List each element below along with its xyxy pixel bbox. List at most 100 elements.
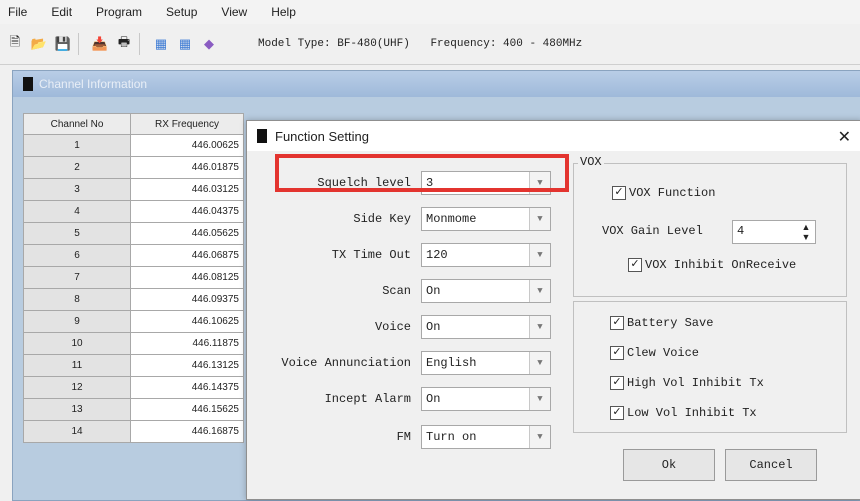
column-header-channel-no[interactable]: Channel No (23, 113, 131, 135)
chevron-down-icon[interactable]: ▼ (529, 426, 550, 448)
vox-group-label: VOX (578, 155, 604, 169)
vox-inhibit-onreceive-checkbox[interactable]: ✓ VOX Inhibit OnReceive (628, 258, 796, 272)
new-file-icon[interactable]: 🗎 (6, 34, 24, 53)
column-header-rx-frequency[interactable]: RX Frequency (130, 113, 244, 135)
menu-program[interactable]: Program (96, 5, 142, 19)
channel-number-cell[interactable]: 2 (23, 156, 131, 179)
dialog-title: Function Setting (275, 128, 369, 144)
table-row[interactable]: 9 446.10625 (23, 310, 244, 333)
read-radio-icon[interactable]: 📥 (91, 35, 109, 53)
high-vol-inhibit-tx-checkbox[interactable]: ✓ High Vol Inhibit Tx (610, 376, 764, 390)
side-key-select[interactable]: Monmome ▼ (421, 207, 551, 231)
menu-view[interactable]: View (221, 5, 247, 19)
battery-save-checkbox[interactable]: ✓ Battery Save (610, 316, 713, 330)
ok-button[interactable]: Ok (623, 449, 715, 481)
table-row[interactable]: 2 446.01875 (23, 156, 244, 179)
voice-annunciation-select[interactable]: English ▼ (421, 351, 551, 375)
scan-select[interactable]: On ▼ (421, 279, 551, 303)
rx-frequency-cell[interactable]: 446.16875 (130, 420, 244, 443)
open-folder-icon[interactable]: 📂 (30, 35, 48, 53)
clew-voice-label: Clew Voice (627, 346, 700, 360)
rx-frequency-cell[interactable]: 446.15625 (130, 398, 244, 421)
rx-frequency-cell[interactable]: 446.09375 (130, 288, 244, 311)
channel-number-cell[interactable]: 9 (23, 310, 131, 333)
rx-frequency-cell[interactable]: 446.00625 (130, 134, 244, 157)
table-row[interactable]: 11 446.13125 (23, 354, 244, 377)
menu-file[interactable]: File (8, 5, 27, 19)
tx-time-out-value: 120 (426, 248, 448, 262)
channel-number-cell[interactable]: 1 (23, 134, 131, 157)
chevron-down-icon[interactable]: ▼ (529, 316, 550, 338)
voice-select[interactable]: On ▼ (421, 315, 551, 339)
chevron-down-icon[interactable]: ▼ (529, 244, 550, 266)
channel-number-cell[interactable]: 6 (23, 244, 131, 267)
menu-edit[interactable]: Edit (51, 5, 72, 19)
close-icon[interactable]: ✕ (838, 127, 851, 147)
table-row[interactable]: 14 446.16875 (23, 420, 244, 443)
vox-function-checkbox[interactable]: ✓ VOX Function (612, 186, 715, 200)
chevron-down-icon[interactable]: ▼ (529, 388, 550, 410)
channel-number-cell[interactable]: 11 (23, 354, 131, 377)
help-book-icon[interactable]: ◆ (200, 35, 218, 53)
menu-bar: File Edit Program Setup View Help (0, 0, 860, 24)
checkbox-checked-icon[interactable]: ✓ (610, 406, 624, 420)
rx-frequency-cell[interactable]: 446.05625 (130, 222, 244, 245)
rx-frequency-cell[interactable]: 446.03125 (130, 178, 244, 201)
table-row[interactable]: 5 446.05625 (23, 222, 244, 245)
low-vol-inhibit-tx-checkbox[interactable]: ✓ Low Vol Inhibit Tx (610, 406, 757, 420)
menu-help[interactable]: Help (271, 5, 296, 19)
table-row[interactable]: 10 446.11875 (23, 332, 244, 355)
spinner-arrows-icon[interactable]: ▲ ▼ (799, 222, 813, 242)
chevron-down-icon[interactable]: ▼ (529, 280, 550, 302)
rx-frequency-cell[interactable]: 446.11875 (130, 332, 244, 355)
channel-number-cell[interactable]: 4 (23, 200, 131, 223)
table-row[interactable]: 3 446.03125 (23, 178, 244, 201)
channel-number-cell[interactable]: 8 (23, 288, 131, 311)
write-radio-icon[interactable]: ▦ (152, 35, 170, 53)
chevron-down-icon[interactable]: ▼ (529, 352, 550, 374)
checkbox-checked-icon[interactable]: ✓ (628, 258, 642, 272)
channel-number-cell[interactable]: 10 (23, 332, 131, 355)
cancel-button[interactable]: Cancel (725, 449, 817, 481)
vox-gain-level-stepper[interactable]: 4 ▲ ▼ (732, 220, 816, 244)
fm-value: Turn on (426, 430, 477, 444)
save-icon[interactable]: 💾 (54, 35, 72, 53)
vox-inhibit-onreceive-label: VOX Inhibit OnReceive (645, 258, 797, 272)
tx-time-out-select[interactable]: 120 ▼ (421, 243, 551, 267)
incept-alarm-select[interactable]: On ▼ (421, 387, 551, 411)
fm-select[interactable]: Turn on ▼ (421, 425, 551, 449)
menu-setup[interactable]: Setup (166, 5, 197, 19)
channel-number-cell[interactable]: 14 (23, 420, 131, 443)
table-row[interactable]: 1 446.00625 (23, 134, 244, 157)
rx-frequency-cell[interactable]: 446.13125 (130, 354, 244, 377)
rx-frequency-cell[interactable]: 446.10625 (130, 310, 244, 333)
rx-frequency-cell[interactable]: 446.08125 (130, 266, 244, 289)
voice-annunciation-row: Voice Annunciation English ▼ (259, 351, 559, 377)
rx-frequency-cell[interactable]: 446.04375 (130, 200, 244, 223)
channel-number-cell[interactable]: 5 (23, 222, 131, 245)
radio-settings-icon[interactable]: ▦ (176, 35, 194, 53)
table-row[interactable]: 8 446.09375 (23, 288, 244, 311)
vox-gain-level-row: VOX Gain Level (602, 224, 703, 238)
channel-number-cell[interactable]: 13 (23, 398, 131, 421)
scan-value: On (426, 284, 441, 298)
checkbox-checked-icon[interactable]: ✓ (610, 346, 624, 360)
rx-frequency-cell[interactable]: 446.06875 (130, 244, 244, 267)
checkbox-checked-icon[interactable]: ✓ (612, 186, 626, 200)
table-row[interactable]: 6 446.06875 (23, 244, 244, 267)
checkbox-checked-icon[interactable]: ✓ (610, 316, 624, 330)
channel-number-cell[interactable]: 3 (23, 178, 131, 201)
table-row[interactable]: 4 446.04375 (23, 200, 244, 223)
print-icon[interactable]: 🖶 (115, 34, 133, 53)
rx-frequency-cell[interactable]: 446.14375 (130, 376, 244, 399)
tx-time-out-row: TX Time Out 120 ▼ (259, 243, 559, 269)
table-row[interactable]: 12 446.14375 (23, 376, 244, 399)
clew-voice-checkbox[interactable]: ✓ Clew Voice (610, 346, 699, 360)
channel-number-cell[interactable]: 7 (23, 266, 131, 289)
rx-frequency-cell[interactable]: 446.01875 (130, 156, 244, 179)
checkbox-checked-icon[interactable]: ✓ (610, 376, 624, 390)
chevron-down-icon[interactable]: ▼ (529, 208, 550, 230)
channel-number-cell[interactable]: 12 (23, 376, 131, 399)
table-row[interactable]: 7 446.08125 (23, 266, 244, 289)
table-row[interactable]: 13 446.15625 (23, 398, 244, 421)
